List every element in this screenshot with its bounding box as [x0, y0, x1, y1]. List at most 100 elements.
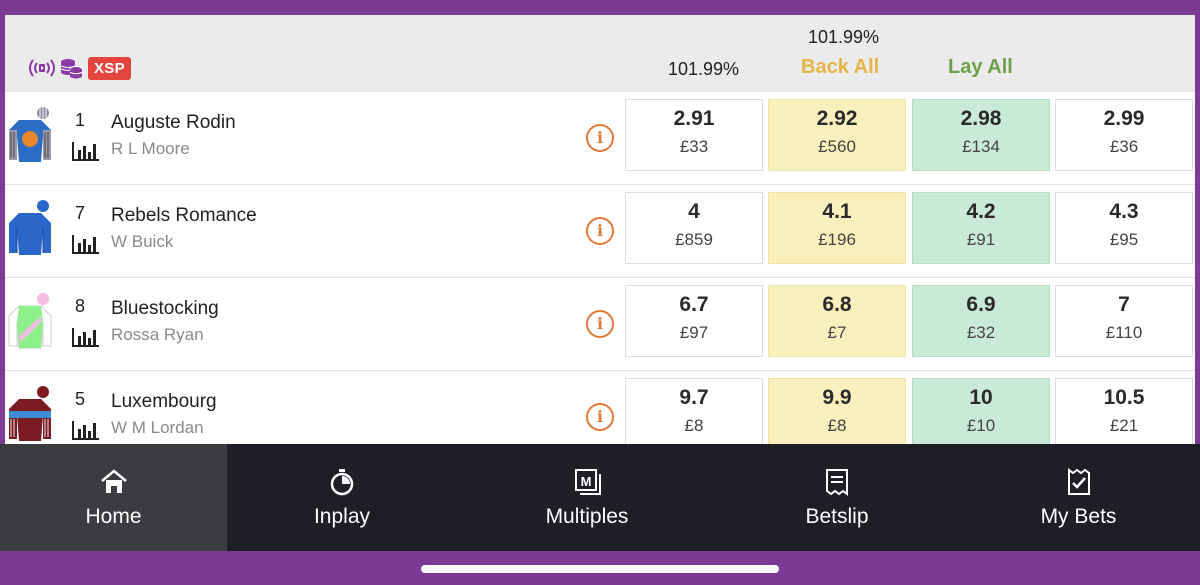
- best-back-price-button[interactable]: 4.1 £196: [768, 192, 906, 264]
- nav-label: Multiples: [545, 505, 629, 528]
- jockey-silk-icon: [9, 386, 51, 441]
- bottom-nav: Home Inplay M Multiples Betslip My Bets: [0, 444, 1200, 551]
- best-lay-price-button[interactable]: 2.98 £134: [912, 99, 1050, 171]
- available-amount: £33: [679, 137, 709, 156]
- runner-number: 7: [75, 203, 86, 223]
- info-icon[interactable]: i: [586, 403, 614, 431]
- lay-book-percentage: 101.99%: [808, 27, 880, 47]
- nav-inplay[interactable]: Inplay: [227, 444, 457, 551]
- odds: 2.91: [673, 107, 715, 130]
- top-status-bar: [0, 0, 1200, 15]
- runner-number: 5: [75, 389, 86, 409]
- runner-name[interactable]: Auguste Rodin: [111, 112, 236, 134]
- form-chart-icon[interactable]: [71, 326, 101, 348]
- runner-row: 7 Rebels Romance W Buick i 4 £859 4.1 £196…: [5, 185, 1195, 278]
- market-header: XSP 101.99% 101.99% Back All Lay All: [5, 15, 1195, 92]
- back-book-percentage: 101.99%: [668, 59, 740, 79]
- jockey-silk-icon: [9, 200, 51, 255]
- odds: 9.7: [679, 386, 709, 409]
- back-price-2-button[interactable]: 9.7 £8: [625, 378, 763, 445]
- odds: 6.9: [966, 293, 996, 316]
- available-amount: £134: [962, 137, 1000, 156]
- nav-my-bets[interactable]: My Bets: [957, 444, 1200, 551]
- nav-label: Home: [85, 505, 142, 528]
- runner-number: 1: [75, 110, 86, 130]
- market-panel: XSP 101.99% 101.99% Back All Lay All 1 A…: [5, 15, 1195, 445]
- available-amount: £8: [684, 416, 704, 435]
- available-amount: £196: [818, 230, 856, 249]
- runner-name[interactable]: Bluestocking: [111, 298, 219, 320]
- betslip-icon: [826, 469, 848, 496]
- home-icon: [100, 469, 127, 493]
- xsp-badge[interactable]: XSP: [88, 56, 131, 80]
- multiples-icon: M: [575, 469, 601, 495]
- available-amount: £7: [827, 323, 847, 342]
- odds: 6.7: [679, 293, 709, 316]
- odds: 4.2: [966, 200, 996, 223]
- odds: 2.98: [960, 107, 1002, 130]
- runner-row: 5 Luxembourg W M Lordan i 9.7 £8 9.9 £8 10…: [5, 371, 1195, 445]
- runner-number: 8: [75, 296, 86, 316]
- jockey-name: W M Lordan: [111, 418, 204, 437]
- lay-all-button[interactable]: Lay All: [948, 56, 1013, 79]
- my-bets-icon: [1067, 468, 1090, 495]
- nav-label: Betslip: [805, 505, 869, 528]
- best-lay-price-button[interactable]: 6.9 £32: [912, 285, 1050, 357]
- lay-price-2-button[interactable]: 10.5 £21: [1055, 378, 1193, 445]
- home-indicator[interactable]: [421, 565, 779, 573]
- svg-text:M: M: [581, 474, 592, 489]
- odds: 7: [1118, 293, 1130, 316]
- nav-label: My Bets: [1040, 505, 1117, 528]
- back-all-button[interactable]: Back All: [801, 56, 879, 79]
- back-price-2-button[interactable]: 4 £859: [625, 192, 763, 264]
- available-amount: £32: [966, 323, 996, 342]
- info-icon[interactable]: i: [586, 217, 614, 245]
- runner-list: 1 Auguste Rodin R L Moore i 2.91 £33 2.92…: [5, 92, 1195, 445]
- back-price-2-button[interactable]: 6.7 £97: [625, 285, 763, 357]
- available-amount: £95: [1109, 230, 1139, 249]
- runner-name[interactable]: Luxembourg: [111, 391, 217, 413]
- form-chart-icon[interactable]: [71, 233, 101, 255]
- odds: 4.1: [822, 200, 852, 223]
- best-lay-price-button[interactable]: 10 £10: [912, 378, 1050, 445]
- runner-name[interactable]: Rebels Romance: [111, 205, 257, 227]
- jockey-silk-icon: [8, 293, 52, 349]
- runner-row: 8 Bluestocking Rossa Ryan i 6.7 £97 6.8 £7…: [5, 278, 1195, 371]
- jockey-name: R L Moore: [111, 139, 190, 158]
- best-back-price-button[interactable]: 9.9 £8: [768, 378, 906, 445]
- form-chart-icon[interactable]: [71, 140, 101, 162]
- available-amount: £859: [675, 230, 713, 249]
- available-amount: £10: [966, 416, 996, 435]
- available-amount: £21: [1109, 416, 1139, 435]
- jockey-silk-icon: [9, 107, 51, 162]
- back-price-2-button[interactable]: 2.91 £33: [625, 99, 763, 171]
- form-chart-icon[interactable]: [71, 419, 101, 441]
- odds: 6.8: [822, 293, 852, 316]
- jockey-name: W Buick: [111, 232, 174, 251]
- lay-price-2-button[interactable]: 2.99 £36: [1055, 99, 1193, 171]
- nav-multiples[interactable]: M Multiples: [457, 444, 717, 551]
- nav-home[interactable]: Home: [0, 444, 227, 551]
- best-back-price-button[interactable]: 2.92 £560: [768, 99, 906, 171]
- best-back-price-button[interactable]: 6.8 £7: [768, 285, 906, 357]
- nav-betslip[interactable]: Betslip: [717, 444, 957, 551]
- nav-label: Inplay: [313, 505, 371, 528]
- available-amount: £8: [827, 416, 847, 435]
- odds: 9.9: [822, 386, 852, 409]
- info-icon[interactable]: i: [586, 310, 614, 338]
- odds: 4: [688, 200, 700, 223]
- best-lay-price-button[interactable]: 4.2 £91: [912, 192, 1050, 264]
- jockey-name: Rossa Ryan: [111, 325, 204, 344]
- market-feature-icons: XSP: [27, 56, 131, 80]
- odds: 10.5: [1103, 386, 1145, 409]
- available-amount: £36: [1109, 137, 1139, 156]
- available-amount: £560: [818, 137, 856, 156]
- available-amount: £97: [679, 323, 709, 342]
- info-icon[interactable]: i: [586, 124, 614, 152]
- coins-icon[interactable]: [59, 56, 83, 80]
- lay-price-2-button[interactable]: 4.3 £95: [1055, 192, 1193, 264]
- live-stream-icon[interactable]: [27, 56, 57, 80]
- lay-price-2-button[interactable]: 7 £110: [1055, 285, 1193, 357]
- available-amount: £91: [966, 230, 996, 249]
- odds: 10: [969, 386, 993, 409]
